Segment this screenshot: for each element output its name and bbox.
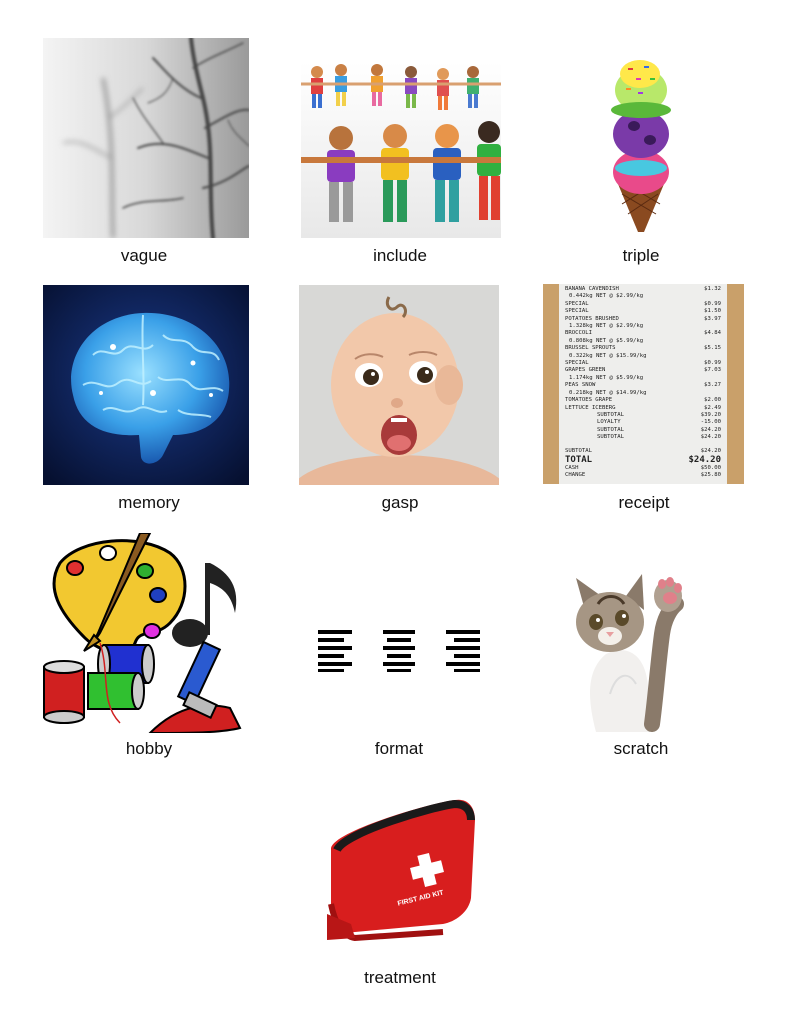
triple-ice-cream-cone-image: [608, 44, 674, 232]
align-left-icon: [318, 630, 352, 672]
receipt-line-item: LETTUCE ICEBERG: [565, 404, 616, 411]
receipt-line-item: PEAS SNOW: [565, 382, 596, 389]
receipt-line: POTATOES BRUSHED $3.97: [565, 316, 721, 323]
receipt-subtotal-row: SUBTOTAL $24.20: [565, 448, 721, 455]
receipt-line: BRUSSEL SPROUTS $5.15: [565, 345, 721, 352]
receipt-line-price: $1.50: [704, 308, 721, 315]
receipt-line-price: $0.99: [704, 300, 721, 307]
receipt-line-price: $3.27: [704, 382, 721, 389]
receipt-line: LETTUCE ICEBERG $2.49: [565, 405, 721, 412]
receipt-total-label: TOTAL: [565, 454, 593, 465]
receipt-line-price: $2.00: [704, 397, 721, 404]
receipt-line-price: $3.97: [704, 315, 721, 322]
receipt-line-price: $5.15: [704, 345, 721, 352]
word-label: scratch: [613, 739, 669, 758]
receipt-cash-row: CASH $50.00: [565, 465, 721, 472]
word-label: include: [373, 246, 427, 265]
receipt-line-price: $0.99: [704, 360, 721, 367]
receipt-line: SPECIAL $1.50: [565, 308, 721, 315]
surprised-baby-image: [299, 285, 499, 485]
receipt-line-price: $7.03: [704, 367, 721, 374]
receipt-line: 0.322kg NET @ $15.99/kg: [565, 353, 721, 360]
word-label: triple: [622, 246, 660, 265]
receipt-line: SPECIAL $0.99: [565, 360, 721, 367]
receipt-line: PEAS SNOW $3.27: [565, 382, 721, 389]
receipt-subtotal-label: SUBTOTAL: [565, 447, 592, 454]
word-label: vague: [120, 246, 168, 265]
receipt-line: SPECIAL $0.99: [565, 301, 721, 308]
receipt-subtotal-value: $24.20: [700, 447, 721, 454]
receipt-line-item: SUBTOTAL: [597, 434, 624, 441]
receipt-line: 1.174kg NET @ $5.99/kg: [565, 375, 721, 382]
receipt-line: LOYALTY -15.00: [565, 419, 721, 426]
receipt-line-item: SPECIAL: [565, 308, 589, 315]
receipt-line-item: BANANA CAVENDISH: [565, 286, 619, 292]
receipt-line: GRAPES GREEN $7.03: [565, 367, 721, 374]
receipt-line-item: POTATOES BRUSHED: [565, 315, 619, 322]
receipt-line-price: $24.20: [700, 434, 721, 441]
align-right-icon: [446, 630, 480, 672]
receipt-line-item: 1.174kg NET @ $5.99/kg: [569, 374, 644, 381]
receipt-line: 1.328kg NET @ $2.99/kg: [565, 323, 721, 330]
receipt-change-row: CHANGE $25.80: [565, 472, 721, 479]
receipt-line-price: $24.20: [700, 426, 721, 433]
receipt-line-price: $4.84: [704, 330, 721, 337]
receipt-line-item: SPECIAL: [565, 300, 589, 307]
receipt-line-item: LOYALTY: [597, 419, 621, 426]
glowing-brain-image: [43, 285, 249, 485]
text-alignment-icons-image: [316, 628, 482, 672]
receipt-line-item: BRUSSEL SPROUTS: [565, 345, 616, 352]
receipt-line-price: -15.00: [700, 419, 721, 426]
receipt-line: 0.808kg NET @ $5.99/kg: [565, 338, 721, 345]
receipt-line: SUBTOTAL $24.20: [565, 427, 721, 434]
receipt-total-value: $24.20: [688, 454, 721, 465]
receipt-line: 0.218kg NET @ $14.99/kg: [565, 390, 721, 397]
receipt-paper: BANANA CAVENDISH $1.32 0.442kg NET @ $2.99…: [559, 284, 727, 484]
word-label: gasp: [381, 493, 419, 512]
receipt-line-item: GRAPES GREEN: [565, 367, 606, 374]
receipt-change-label: CHANGE: [565, 472, 586, 479]
receipt-line: BROCCOLI $4.84: [565, 330, 721, 337]
paper-people-chain-image: [301, 62, 501, 238]
grocery-receipt-image: BANANA CAVENDISH $1.32 0.442kg NET @ $2.99…: [543, 284, 744, 484]
first-aid-kit-image: FIRST AID KIT: [325, 796, 479, 942]
receipt-line-item: SUBTOTAL: [597, 426, 624, 433]
word-label: format: [374, 739, 424, 758]
receipt-line-item: SPECIAL: [565, 360, 589, 367]
word-label: hobby: [125, 739, 173, 758]
receipt-line-price: $1.32: [704, 286, 721, 292]
word-label: treatment: [364, 968, 436, 987]
receipt-line: SUBTOTAL $24.20: [565, 434, 721, 441]
receipt-line-item: 0.808kg NET @ $5.99/kg: [569, 337, 644, 344]
kitten-raised-paw-image: [566, 574, 690, 732]
receipt-cash-label: CASH: [565, 464, 579, 471]
word-label: memory: [118, 493, 180, 512]
art-music-sewing-clipart-image: [40, 533, 248, 733]
receipt-line-item: 0.218kg NET @ $14.99/kg: [569, 389, 647, 396]
receipt-line-item: 0.322kg NET @ $15.99/kg: [569, 352, 647, 359]
receipt-line-item: BROCCOLI: [565, 330, 592, 337]
receipt-cash-value: $50.00: [700, 464, 721, 471]
receipt-lines: BANANA CAVENDISH $1.32 0.442kg NET @ $2.99…: [565, 286, 721, 442]
receipt-line: SUBTOTAL $39.20: [565, 412, 721, 419]
word-label: receipt: [618, 493, 670, 512]
receipt-change-value: $25.80: [700, 472, 721, 479]
receipt-line: 0.442kg NET @ $2.99/kg: [565, 293, 721, 300]
receipt-line: BANANA CAVENDISH $1.32: [565, 286, 721, 293]
receipt-line-item: 1.328kg NET @ $2.99/kg: [569, 323, 644, 330]
vague-tree-image: [43, 38, 249, 238]
align-center-icon: [383, 630, 415, 672]
receipt-line: TOMATOES GRAPE $2.00: [565, 397, 721, 404]
receipt-total-row: TOTAL $24.20: [565, 455, 721, 465]
receipt-line-price: $39.20: [700, 411, 721, 418]
receipt-line-item: 0.442kg NET @ $2.99/kg: [569, 293, 644, 300]
receipt-line-item: SUBTOTAL: [597, 411, 624, 418]
receipt-line-price: $2.49: [704, 404, 721, 411]
receipt-line-item: TOMATOES GRAPE: [565, 397, 613, 404]
